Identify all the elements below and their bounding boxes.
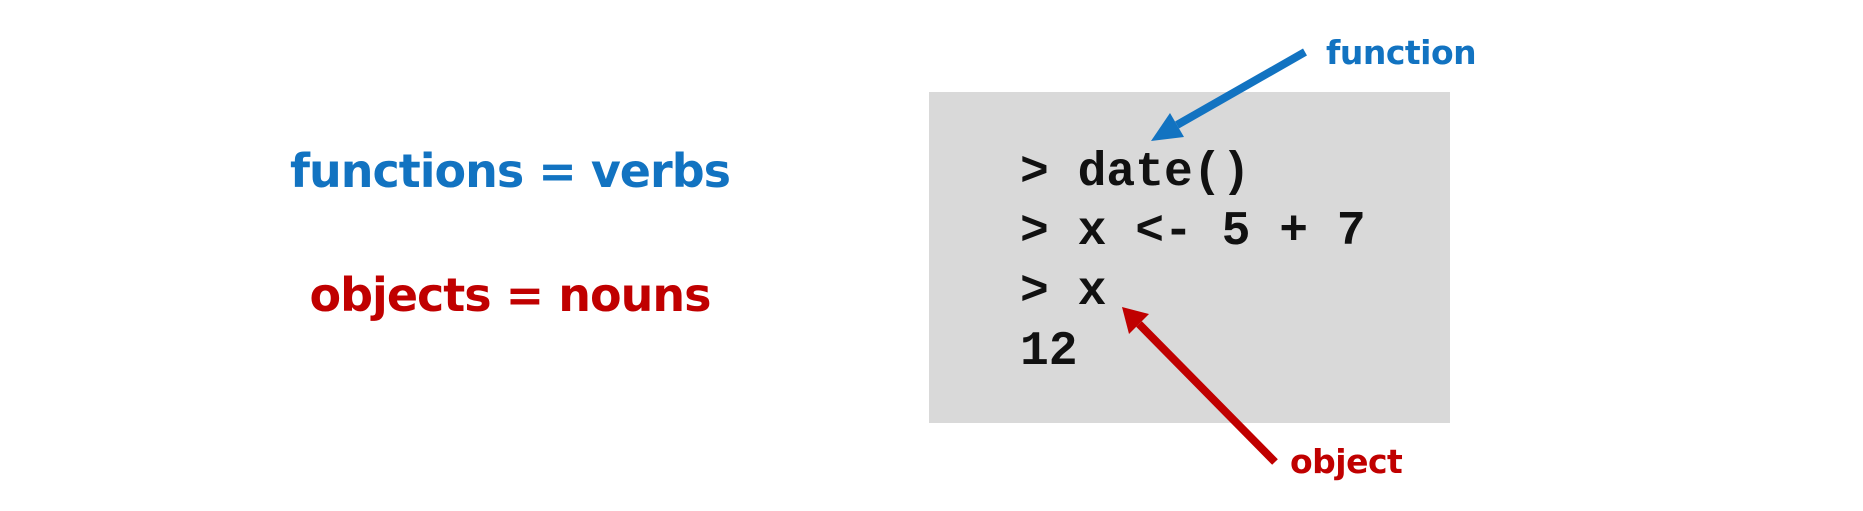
console-line-date-call: > date(): [1020, 146, 1251, 200]
objects-nouns-statement: objects = nouns: [309, 268, 712, 322]
functions-verbs-statement: functions = verbs: [289, 144, 731, 198]
console-line-print-x: > x: [1020, 265, 1107, 319]
console-line-assignment: > x <- 5 + 7: [1020, 205, 1366, 259]
console-line-output: 12: [1020, 325, 1078, 379]
function-callout-label: function: [1326, 33, 1477, 72]
object-callout-label: object: [1290, 442, 1403, 481]
